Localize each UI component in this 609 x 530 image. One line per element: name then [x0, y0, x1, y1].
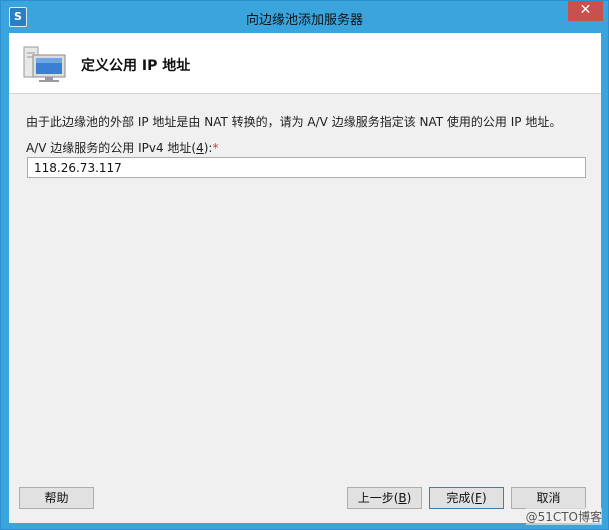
window-title: 向边缘池添加服务器: [245, 13, 363, 28]
ip-field-label: A/V 边缘服务的公用 IPv4 地址(4):*: [26, 141, 219, 155]
watermark: @51CTO博客: [525, 508, 602, 525]
back-button[interactable]: 上一步(B): [347, 487, 422, 509]
server-computer-icon: [23, 46, 66, 82]
dialog-window: S 向边缘池添加服务器 ✕ 定义公用 IP 地址 由于此边缘池的外部 IP 地址…: [0, 0, 609, 530]
required-marker: *: [212, 141, 219, 155]
back-button-label: 上一步: [357, 491, 394, 505]
public-ipv4-input[interactable]: [27, 157, 586, 178]
ip-field-accelerator: 4: [196, 141, 204, 155]
page-header: 定义公用 IP 地址: [9, 33, 601, 93]
ip-field-label-text: A/V 边缘服务的公用 IPv4 地址: [26, 141, 192, 155]
header-divider: [9, 93, 601, 94]
title-bar[interactable]: S 向边缘池添加服务器 ✕: [1, 1, 608, 33]
finish-button-label: 完成: [446, 491, 471, 505]
close-button[interactable]: ✕: [568, 1, 603, 21]
page-title: 定义公用 IP 地址: [81, 58, 191, 74]
back-accelerator: B: [398, 491, 407, 505]
help-button[interactable]: 帮助: [19, 487, 94, 509]
finish-button[interactable]: 完成(F): [429, 487, 504, 509]
dialog-content: 定义公用 IP 地址 由于此边缘池的外部 IP 地址是由 NAT 转换的，请为 …: [9, 33, 601, 523]
description-text: 由于此边缘池的外部 IP 地址是由 NAT 转换的，请为 A/V 边缘服务指定该…: [26, 115, 562, 129]
cancel-button[interactable]: 取消: [511, 487, 586, 509]
finish-accelerator: F: [475, 491, 482, 505]
